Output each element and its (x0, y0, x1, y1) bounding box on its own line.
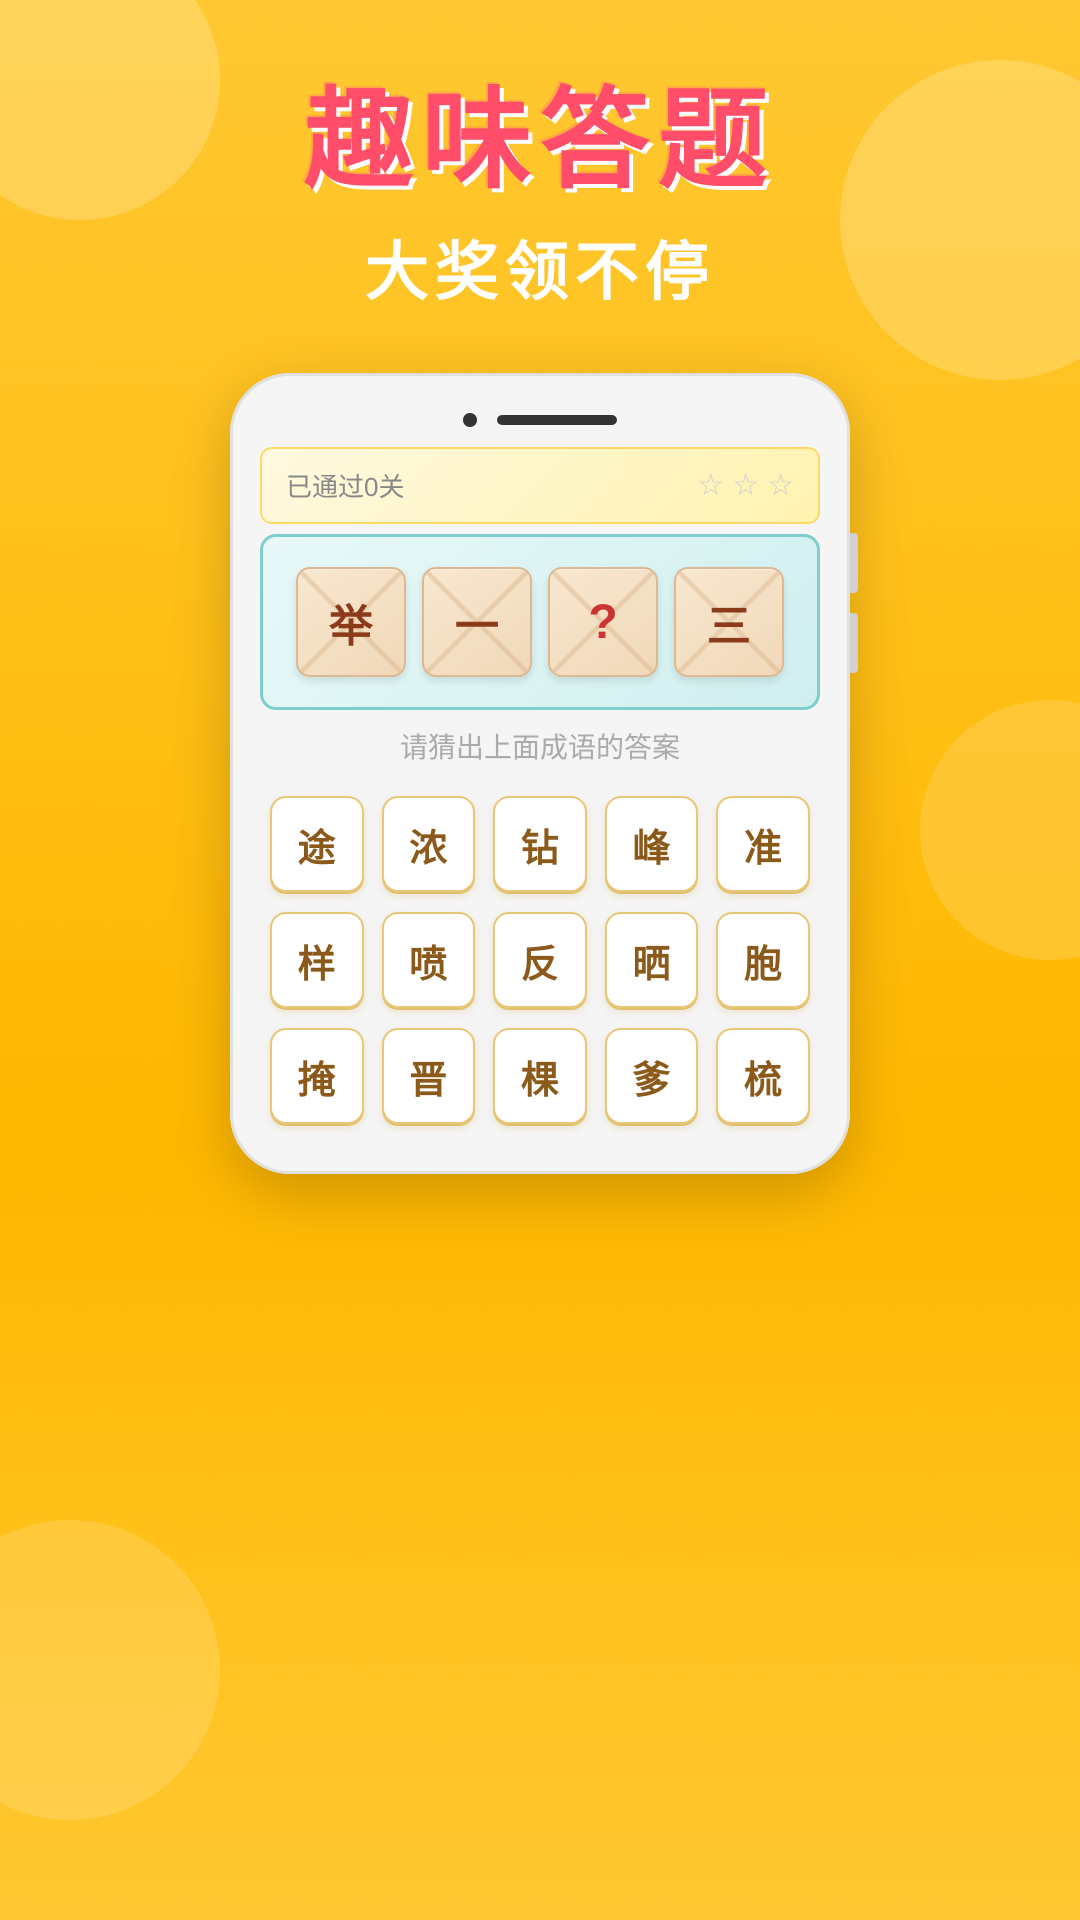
deco-circle-4 (0, 1520, 220, 1820)
char-btn-准[interactable]: 准 (716, 796, 810, 892)
char-btn-浓[interactable]: 浓 (382, 796, 476, 892)
star-2: ☆ (732, 468, 759, 503)
char-row-2: 样 喷 反 晒 胞 (270, 912, 810, 1008)
char-btn-胞[interactable]: 胞 (716, 912, 810, 1008)
char-btn-晒[interactable]: 晒 (605, 912, 699, 1008)
phone-notch (260, 413, 820, 427)
char-btn-棵[interactable]: 棵 (493, 1028, 587, 1124)
char-btn-峰[interactable]: 峰 (605, 796, 699, 892)
puzzle-area: 举 一 ? 三 (260, 534, 820, 710)
tile-4: 三 (674, 567, 784, 677)
tile-2: 一 (422, 567, 532, 677)
sub-title: 大奖领不停 (0, 221, 1080, 313)
status-bar: 已通过0关 ☆ ☆ ☆ (260, 447, 820, 524)
puzzle-tiles: 举 一 ? 三 (283, 567, 797, 677)
char-row-3: 掩 晋 棵 爹 梳 (270, 1028, 810, 1124)
phone-mockup: 已通过0关 ☆ ☆ ☆ 举 一 ? 三 请猜出上面成语的答案 途 浓 钻 (230, 373, 850, 1174)
char-btn-爹[interactable]: 爹 (605, 1028, 699, 1124)
star-1: ☆ (697, 468, 724, 503)
notch-bar (497, 415, 617, 425)
char-btn-掩[interactable]: 掩 (270, 1028, 364, 1124)
instruction-text: 请猜出上面成语的答案 (260, 726, 820, 766)
char-btn-梳[interactable]: 梳 (716, 1028, 810, 1124)
char-btn-钻[interactable]: 钻 (493, 796, 587, 892)
char-btn-样[interactable]: 样 (270, 912, 364, 1008)
star-3: ☆ (767, 468, 794, 503)
stars-container: ☆ ☆ ☆ (697, 468, 794, 503)
phone-wrapper: 已通过0关 ☆ ☆ ☆ 举 一 ? 三 请猜出上面成语的答案 途 浓 钻 (0, 373, 1080, 1174)
char-btn-晋[interactable]: 晋 (382, 1028, 476, 1124)
tile-1: 举 (296, 567, 406, 677)
main-title: 趣味答题 (0, 80, 1080, 201)
level-text: 已通过0关 (286, 467, 404, 504)
char-grid: 途 浓 钻 峰 准 样 喷 反 晒 胞 掩 晋 棵 爹 梳 (260, 796, 820, 1124)
char-btn-喷[interactable]: 喷 (382, 912, 476, 1008)
header: 趣味答题 大奖领不停 (0, 0, 1080, 313)
char-row-1: 途 浓 钻 峰 准 (270, 796, 810, 892)
char-btn-途[interactable]: 途 (270, 796, 364, 892)
notch-dot (463, 413, 477, 427)
tile-3-question: ? (548, 567, 658, 677)
char-btn-反[interactable]: 反 (493, 912, 587, 1008)
